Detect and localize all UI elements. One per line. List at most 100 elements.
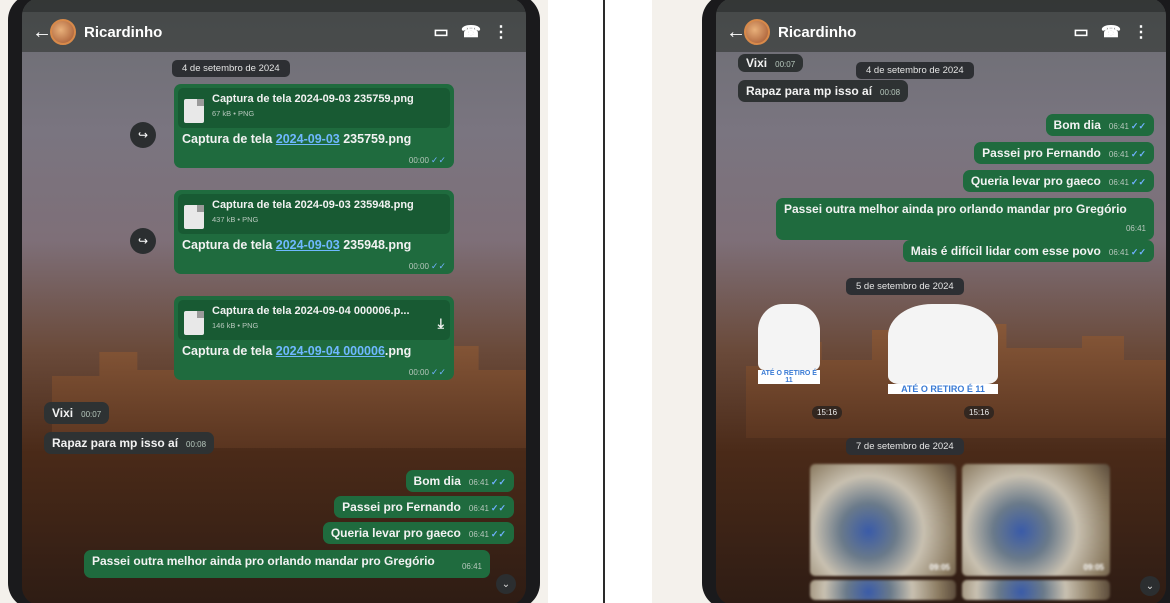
phone-right: ← Ricardinho ▭ ☎ ⋮ Vixi 00:07 4 de setemb…: [702, 0, 1170, 603]
chat-header: ← Ricardinho ▭ ☎ ⋮: [716, 0, 1166, 52]
incoming-message[interactable]: Rapaz para mp isso aí 00:08: [738, 80, 909, 102]
outgoing-message[interactable]: Bom dia 06:41 ✓✓: [405, 470, 514, 492]
chat-screen-right: ← Ricardinho ▭ ☎ ⋮ Vixi 00:07 4 de setemb…: [716, 0, 1166, 603]
file-name: Captura de tela 2024-09-03 235759.png: [212, 93, 414, 105]
forward-icon[interactable]: ↪: [130, 228, 156, 254]
outgoing-message[interactable]: Passei pro Fernando 06:41 ✓✓: [334, 496, 514, 518]
message-text: Mais é difícil lidar com esse povo: [910, 244, 1101, 258]
avatar[interactable]: [744, 19, 770, 45]
incoming-message[interactable]: Vixi 00:07: [738, 54, 804, 72]
scroll-down-icon[interactable]: ⌄: [496, 574, 516, 594]
divider: [603, 0, 605, 603]
sticker-image: [758, 304, 820, 370]
read-ticks-icon: ✓✓: [490, 477, 506, 487]
media-thumbnail[interactable]: [962, 580, 1110, 600]
sticker-image: [888, 304, 998, 384]
message-text: Queria levar pro gaeco: [330, 526, 461, 540]
message-text: Passei outra melhor ainda pro orlando ma…: [92, 554, 435, 568]
read-ticks-icon: ✓✓: [430, 261, 446, 271]
scroll-down-icon[interactable]: ⌄: [1140, 576, 1160, 596]
read-ticks-icon: ✓✓: [1130, 177, 1146, 187]
sticker-time: 15:16: [812, 406, 843, 419]
message-time: 06:41: [1125, 224, 1146, 233]
file-caption: Captura de tela 2024-09-03 235759.png 00…: [174, 132, 454, 165]
message-time: 06:41: [1108, 122, 1129, 131]
phone-call-icon[interactable]: ☎: [1096, 22, 1126, 42]
download-icon[interactable]: ⤓: [438, 315, 444, 332]
message-text: Passei pro Fernando: [342, 500, 461, 514]
file-message[interactable]: Captura de tela 2024-09-04 000006.p... 1…: [174, 296, 454, 380]
message-text: Bom dia: [413, 474, 461, 488]
message-time: 00:07: [81, 410, 102, 419]
file-meta: 146 kB • PNG: [212, 321, 259, 330]
phone-call-icon[interactable]: ☎: [456, 22, 486, 42]
outgoing-message[interactable]: Passei outra melhor ainda pro orlando ma…: [84, 550, 490, 578]
read-ticks-icon: ✓✓: [430, 367, 446, 377]
caption-link[interactable]: 2024-09-03: [276, 132, 340, 146]
date-separator: 4 de setembro de 2024: [856, 62, 974, 79]
outgoing-message[interactable]: Mais é difícil lidar com esse povo 06:41 ✓…: [902, 240, 1154, 262]
message-time: 06:41: [468, 504, 489, 513]
file-caption: Captura de tela 2024-09-03 235948.png 00…: [174, 238, 454, 271]
message-time: 00:00: [408, 368, 429, 377]
message-text: Passei outra melhor ainda pro orlando ma…: [784, 202, 1127, 216]
message-time: 00:00: [408, 262, 429, 271]
file-card[interactable]: Captura de tela 2024-09-03 235948.png 43…: [178, 194, 450, 234]
message-text: Queria levar pro gaeco: [970, 174, 1101, 188]
message-time: 06:41: [1108, 248, 1129, 257]
video-call-icon[interactable]: ▭: [426, 22, 456, 42]
message-text: Vixi: [746, 56, 768, 70]
outgoing-message[interactable]: Passei outra melhor ainda pro orlando ma…: [776, 198, 1154, 240]
outgoing-message[interactable]: Passei pro Fernando 06:41 ✓✓: [974, 142, 1154, 164]
file-icon: [184, 205, 204, 229]
menu-icon[interactable]: ⋮: [486, 22, 516, 42]
file-message[interactable]: Captura de tela 2024-09-03 235948.png 43…: [174, 190, 454, 274]
media-thumbnail[interactable]: 09:05: [962, 464, 1110, 576]
caption-text: 235759.png: [339, 132, 412, 146]
file-card[interactable]: Captura de tela 2024-09-04 000006.p... 1…: [178, 300, 450, 340]
outgoing-message[interactable]: Queria levar pro gaeco 06:41 ✓✓: [962, 170, 1154, 192]
menu-icon[interactable]: ⋮: [1126, 22, 1156, 42]
left-photo: ← Ricardinho ▭ ☎ ⋮ 4 de setembro de 2024…: [0, 0, 548, 603]
message-text: Rapaz para mp isso aí: [746, 84, 873, 98]
chat-screen-left: ← Ricardinho ▭ ☎ ⋮ 4 de setembro de 2024…: [22, 0, 526, 603]
sticker[interactable]: ATÉ O RETIRO É 11: [888, 304, 998, 394]
forward-icon[interactable]: ↪: [130, 122, 156, 148]
file-card[interactable]: Captura de tela 2024-09-03 235759.png 67…: [178, 88, 450, 128]
outgoing-message[interactable]: Queria levar pro gaeco 06:41 ✓✓: [322, 522, 514, 544]
sticker-caption: ATÉ O RETIRO É 11: [758, 370, 820, 384]
file-meta: 437 kB • PNG: [212, 215, 259, 224]
caption-text: Captura de tela: [182, 132, 276, 146]
sticker[interactable]: ATÉ O RETIRO É 11: [758, 304, 820, 384]
date-separator: 5 de setembro de 2024: [846, 278, 964, 295]
incoming-message[interactable]: Vixi 00:07: [44, 402, 110, 424]
sticker-caption: ATÉ O RETIRO É 11: [888, 384, 998, 394]
caption-text: Captura de tela: [182, 238, 276, 252]
file-icon: [184, 99, 204, 123]
contact-name[interactable]: Ricardinho: [84, 24, 426, 41]
message-text: Rapaz para mp isso aí: [52, 436, 179, 450]
message-text: Vixi: [52, 406, 74, 420]
file-name: Captura de tela 2024-09-03 235948.png: [212, 199, 414, 211]
outgoing-message[interactable]: Bom dia 06:41 ✓✓: [1045, 114, 1154, 136]
caption-text: .png: [384, 344, 412, 358]
read-ticks-icon: ✓✓: [430, 155, 446, 165]
caption-link[interactable]: 2024-09-03: [276, 238, 340, 252]
sticker-time: 15:16: [964, 406, 995, 419]
phone-left: ← Ricardinho ▭ ☎ ⋮ 4 de setembro de 2024…: [8, 0, 540, 603]
incoming-message[interactable]: Rapaz para mp isso aí 00:08: [44, 432, 215, 454]
contact-name[interactable]: Ricardinho: [778, 24, 1066, 41]
media-thumbnail[interactable]: 09:05: [810, 464, 956, 576]
caption-link[interactable]: 2024-09-04 000006: [276, 344, 385, 358]
media-thumbnail[interactable]: [810, 580, 956, 600]
video-call-icon[interactable]: ▭: [1066, 22, 1096, 42]
caption-text: Captura de tela: [182, 344, 276, 358]
avatar[interactable]: [50, 19, 76, 45]
message-time: 00:08: [186, 440, 207, 449]
message-time: 06:41: [1108, 178, 1129, 187]
back-arrow-icon[interactable]: ←: [726, 21, 746, 44]
file-message[interactable]: Captura de tela 2024-09-03 235759.png 67…: [174, 84, 454, 168]
caption-text: 235948.png: [339, 238, 412, 252]
back-arrow-icon[interactable]: ←: [32, 21, 52, 44]
media-time: 09:05: [929, 563, 950, 572]
